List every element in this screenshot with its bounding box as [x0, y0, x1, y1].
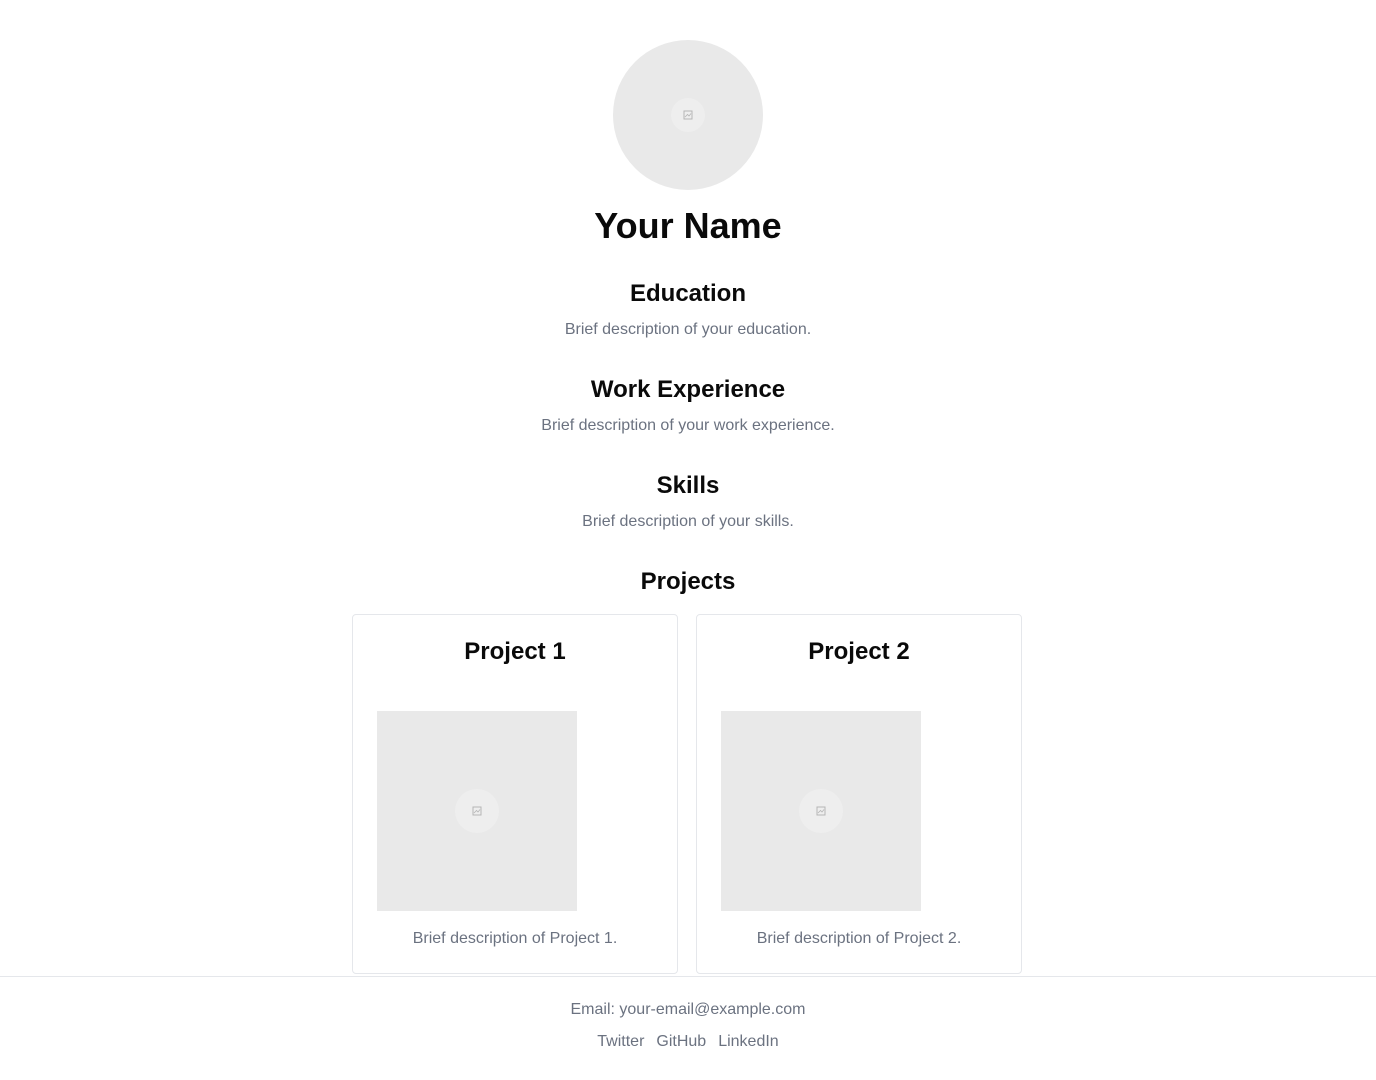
image-placeholder-icon: [455, 789, 499, 833]
project-description: Brief description of Project 1.: [412, 930, 618, 947]
linkedin-link[interactable]: LinkedIn: [718, 1031, 779, 1053]
project-card-1: Project 1 Brief description of Project 1…: [352, 614, 678, 974]
project-image: [377, 711, 577, 911]
footer-links: Twitter GitHub LinkedIn: [0, 1031, 1376, 1053]
project-card-2: Project 2 Brief description of Project 2…: [696, 614, 1022, 974]
twitter-link[interactable]: Twitter: [597, 1031, 644, 1053]
section-title-education: Education: [629, 280, 746, 307]
section-description-education: Brief description of your education.: [564, 321, 812, 338]
github-link[interactable]: GitHub: [656, 1031, 706, 1053]
image-placeholder-icon: [799, 789, 843, 833]
footer: Email: your-email@example.com Twitter Gi…: [0, 976, 1376, 1080]
section-title-projects: Projects: [640, 568, 736, 595]
section-title-skills: Skills: [656, 472, 720, 499]
project-title: Project 1: [464, 638, 566, 665]
project-image: [721, 711, 921, 911]
image-placeholder-icon: [671, 98, 705, 132]
section-title-work-experience: Work Experience: [590, 376, 786, 403]
project-description: Brief description of Project 2.: [756, 930, 962, 947]
avatar: [613, 40, 763, 190]
footer-email: Email: your-email@example.com: [570, 1001, 806, 1018]
section-description-work-experience: Brief description of your work experienc…: [541, 417, 835, 434]
profile-name: Your Name: [594, 205, 782, 246]
project-title: Project 2: [808, 638, 910, 665]
section-description-skills: Brief description of your skills.: [582, 513, 794, 530]
